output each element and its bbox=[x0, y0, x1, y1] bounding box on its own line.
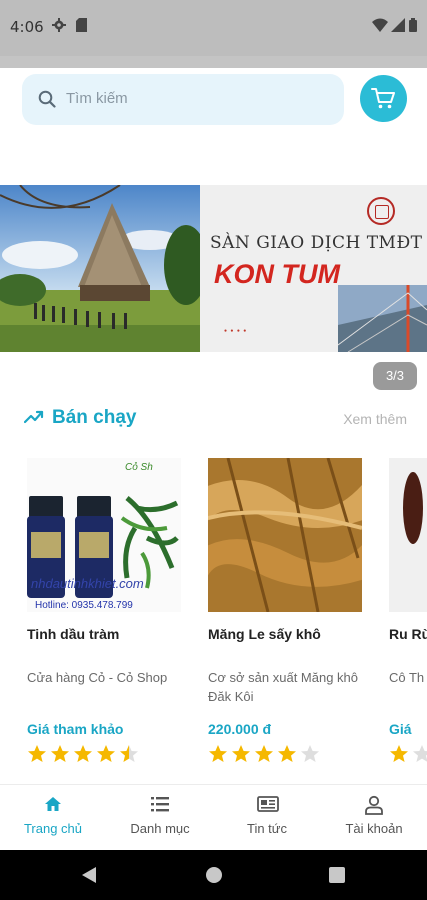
best-seller-header: Bán chạy Xem thêm bbox=[24, 405, 407, 435]
product-card[interactable]: Ru Rù Cô Th Giá bbox=[381, 452, 427, 770]
star-icon bbox=[255, 745, 273, 762]
product-shop: Cô Th bbox=[389, 670, 425, 685]
banner-subtitle: KON TUM bbox=[214, 259, 340, 289]
app-screen: 4:06 Tìm kiếm SÀN GIAO DỊCH TMĐT KON TUM… bbox=[0, 0, 427, 900]
nav-categories[interactable]: Danh mục bbox=[107, 785, 213, 851]
search-input[interactable]: Tìm kiếm bbox=[22, 74, 344, 125]
banner-text-panel: SÀN GIAO DỊCH TMĐT KON TUM ● ● ● ● bbox=[200, 185, 427, 352]
essential-oil-photo: Cỏ Sh nhdautinhkhiet.com Hotline: 0935.4… bbox=[27, 458, 181, 612]
status-time: 4:06 bbox=[10, 18, 44, 36]
star-icon bbox=[28, 745, 46, 762]
star-icon bbox=[74, 745, 92, 762]
star-icon bbox=[278, 745, 296, 762]
banner-bridge-photo bbox=[338, 285, 427, 352]
star-icon bbox=[390, 745, 408, 762]
back-icon[interactable] bbox=[82, 867, 97, 883]
sim-card-icon bbox=[76, 18, 87, 32]
product-image bbox=[208, 458, 362, 612]
product-name: Ru Rù bbox=[389, 626, 427, 642]
svg-text:Cỏ Sh: Cỏ Sh bbox=[125, 461, 153, 473]
banner-title: SÀN GIAO DỊCH TMĐT bbox=[210, 233, 423, 253]
product-name: Tinh dầu tràm bbox=[27, 626, 120, 642]
dried-bamboo-shoot-photo bbox=[208, 458, 362, 612]
star-icon bbox=[209, 745, 227, 762]
product-shop: Cửa hàng Cỏ - Cỏ Shop bbox=[27, 670, 168, 685]
home-icon bbox=[45, 797, 61, 811]
system-navigation-bar bbox=[0, 850, 427, 900]
star-icon bbox=[51, 745, 69, 762]
banner-decoration: ● ● ● ● bbox=[224, 328, 248, 334]
section-title: Bán chạy bbox=[52, 407, 137, 428]
cart-button[interactable] bbox=[360, 75, 407, 122]
star-icon bbox=[413, 745, 427, 762]
search-icon bbox=[38, 90, 56, 108]
nav-label: Danh mục bbox=[130, 821, 190, 836]
rating-stars bbox=[389, 744, 427, 764]
bottom-navigation: Trang chủ Danh mục Tin tức Tài khoản bbox=[0, 784, 427, 850]
signal-icon bbox=[391, 18, 405, 32]
nav-news[interactable]: Tin tức bbox=[214, 785, 320, 851]
svg-text:nhdautinhkhiet.com: nhdautinhkhiet.com bbox=[31, 576, 144, 591]
star-icon bbox=[232, 745, 250, 762]
star-icon bbox=[120, 745, 138, 762]
product-photo bbox=[389, 458, 427, 612]
promo-banner[interactable]: SÀN GIAO DỊCH TMĐT KON TUM ● ● ● ● bbox=[0, 185, 427, 352]
wifi-icon bbox=[372, 18, 388, 32]
nav-account[interactable]: Tài khoản bbox=[321, 785, 427, 851]
star-icon bbox=[97, 745, 115, 762]
see-more-link[interactable]: Xem thêm bbox=[343, 411, 407, 427]
news-icon bbox=[257, 796, 279, 812]
product-name: Măng Le sấy khô bbox=[208, 626, 321, 642]
product-card[interactable]: Măng Le sấy khô Cơ sở sản xuất Măng khô … bbox=[200, 452, 370, 770]
user-icon bbox=[365, 795, 383, 815]
product-image: Cỏ Sh nhdautinhkhiet.com Hotline: 0935.4… bbox=[27, 458, 181, 612]
star-icon bbox=[301, 745, 319, 762]
product-price: 220.000 đ bbox=[208, 721, 272, 737]
product-image bbox=[389, 458, 427, 612]
product-card[interactable]: Cỏ Sh nhdautinhkhiet.com Hotline: 0935.4… bbox=[19, 452, 189, 770]
header-divider bbox=[0, 56, 427, 68]
svg-text:Hotline: 0935.478.799: Hotline: 0935.478.799 bbox=[35, 600, 133, 611]
rating-stars bbox=[208, 744, 323, 764]
product-price: Giá bbox=[389, 721, 412, 737]
battery-icon bbox=[409, 18, 417, 32]
product-price: Giá tham khảo bbox=[27, 721, 124, 737]
banner-pager: 3/3 bbox=[373, 362, 417, 390]
product-shop: Cơ sở sản xuất Măng khô Đăk Kôi bbox=[208, 670, 359, 704]
nav-label: Trang chủ bbox=[23, 821, 83, 836]
product-carousel[interactable]: Cỏ Sh nhdautinhkhiet.com Hotline: 0935.4… bbox=[0, 452, 427, 770]
nav-label: Tin tức bbox=[246, 821, 287, 836]
nav-label: Tài khoản bbox=[345, 821, 403, 836]
search-placeholder: Tìm kiếm bbox=[66, 90, 128, 107]
rating-stars bbox=[27, 744, 142, 764]
banner-village-photo bbox=[0, 185, 203, 352]
settings-icon bbox=[52, 18, 66, 32]
list-icon bbox=[151, 797, 169, 812]
trending-up-icon bbox=[24, 410, 44, 424]
nav-home[interactable]: Trang chủ bbox=[0, 785, 106, 851]
kon-tum-seal-icon bbox=[367, 197, 395, 225]
recents-icon[interactable] bbox=[329, 867, 345, 883]
cart-icon bbox=[371, 88, 395, 109]
home-button-icon[interactable] bbox=[205, 866, 223, 884]
status-bar: 4:06 bbox=[0, 0, 427, 56]
